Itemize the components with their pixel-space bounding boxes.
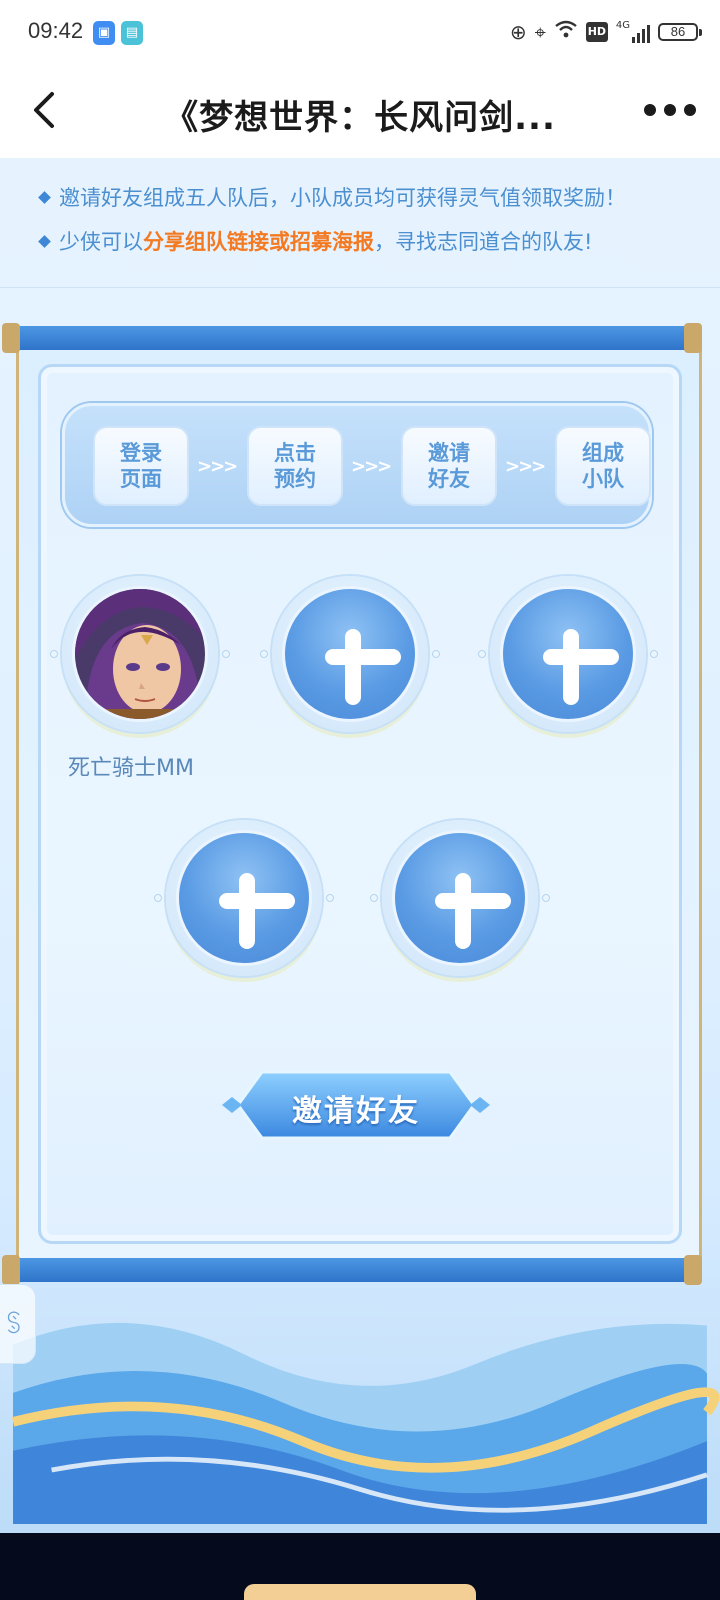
- tip-line-2: 少侠可以分享组队链接或招募海报，寻找志同道合的队友!: [38, 220, 720, 264]
- battery-icon: 86: [658, 23, 702, 41]
- team-member-slot[interactable]: [50, 576, 230, 732]
- add-member-slot[interactable]: [478, 576, 658, 732]
- add-member-slot[interactable]: [370, 820, 550, 976]
- step-label: 登录页面: [120, 441, 162, 491]
- step-login: 登录页面: [93, 426, 189, 506]
- status-icons: ⊕ ⌖ HD 4G 86: [509, 16, 702, 48]
- slot-dot: [154, 894, 162, 902]
- nav-bar: 《梦想世界：长风问剑...: [0, 66, 720, 158]
- hd-badge: HD: [585, 22, 608, 42]
- main-content: 邀请好友组成五人队后，小队成员均可获得灵气值领取奖励！ 少侠可以分享组队链接或招…: [0, 158, 720, 1533]
- battery-level: 86: [670, 24, 686, 39]
- clock: 09:42: [28, 18, 84, 43]
- step-form-team: 组成小队: [555, 426, 651, 506]
- step-arrow-icon: >>>: [505, 456, 546, 477]
- invite-button-label: 邀请好友: [292, 1094, 420, 1129]
- page-title: 《梦想世界：长风问剑...: [164, 98, 556, 138]
- step-arrow-icon: >>>: [351, 456, 392, 477]
- tip-text-2-highlight: 分享组队链接或招募海报: [143, 230, 374, 254]
- steps-bar: 登录页面 >>> 点击预约 >>> 邀请好友 >>> 组成小队: [62, 403, 652, 527]
- more-dots-icon[interactable]: [644, 96, 696, 124]
- slot-dot: [432, 650, 440, 658]
- slot-dot: [542, 894, 550, 902]
- signal-icon: 4G: [616, 21, 650, 43]
- tips-section: 邀请好友组成五人队后，小队成员均可获得灵气值领取奖励！ 少侠可以分享组队链接或招…: [0, 158, 720, 288]
- step-invite: 邀请好友: [401, 426, 497, 506]
- wave-decoration: [11, 1322, 720, 1524]
- slot-dot: [50, 650, 58, 658]
- diamond-bullet-icon: [38, 235, 51, 248]
- step-label: 组成小队: [582, 441, 624, 491]
- slot-dot: [370, 894, 378, 902]
- tip-text-2-prefix: 少侠可以: [59, 230, 143, 254]
- add-member-slot[interactable]: [154, 820, 334, 976]
- add-circle-icon: ⊕: [509, 20, 527, 44]
- side-float-icon[interactable]: ꌗ: [0, 1284, 36, 1364]
- avatar: [72, 586, 208, 722]
- step-label: 邀请好友: [428, 441, 470, 491]
- step-arrow-icon: >>>: [197, 456, 238, 477]
- slot-dot: [222, 650, 230, 658]
- app-notification-icon: ▣: [93, 21, 115, 45]
- home-indicator[interactable]: [244, 1584, 476, 1600]
- location-icon: ⌖: [534, 20, 546, 44]
- status-bar: 09:42 ▣ ▤ ⊕ ⌖ HD 4G 86: [0, 0, 720, 66]
- step-label: 点击预约: [274, 441, 316, 491]
- tip-text-2-suffix: ，寻找志同道合的队友!: [374, 230, 593, 254]
- trash-app-icon: ▤: [121, 21, 143, 45]
- tip-text-1: 邀请好友组成五人队后，小队成员均可获得灵气值领取奖励！: [59, 186, 626, 210]
- slot-dot: [650, 650, 658, 658]
- plus-icon: [500, 586, 636, 722]
- plus-icon: [176, 830, 312, 966]
- diamond-bullet-icon: [38, 191, 51, 204]
- plus-icon: [392, 830, 528, 966]
- member-name: 死亡骑士MM: [68, 756, 194, 781]
- scroll-rod-top: [2, 323, 702, 353]
- plus-icon: [282, 586, 418, 722]
- slot-dot: [326, 894, 334, 902]
- add-member-slot[interactable]: [260, 576, 440, 732]
- step-reserve: 点击预约: [247, 426, 343, 506]
- network-type: 4G: [615, 20, 630, 31]
- tip-line-1: 邀请好友组成五人队后，小队成员均可获得灵气值领取奖励！: [38, 176, 720, 220]
- invite-friends-button[interactable]: 邀请好友: [218, 1068, 494, 1142]
- slot-dot: [478, 650, 486, 658]
- slot-dot: [260, 650, 268, 658]
- wifi-icon: [554, 16, 578, 48]
